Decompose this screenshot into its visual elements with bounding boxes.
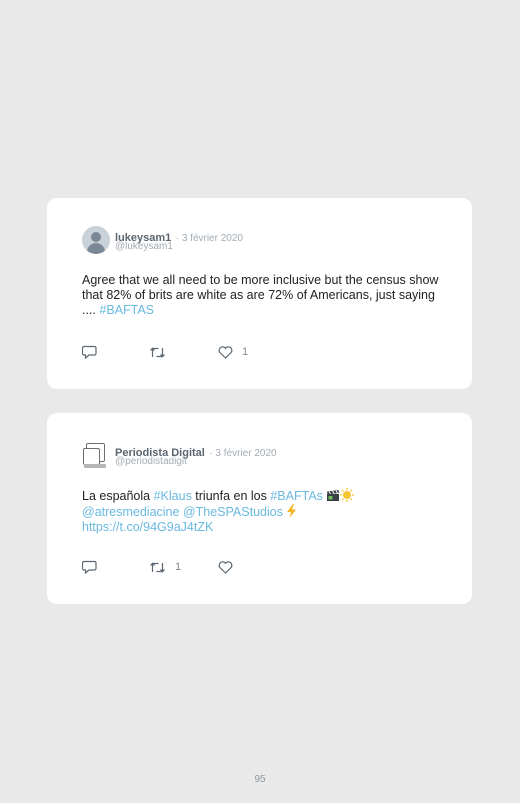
- url-link[interactable]: https://t.co/94G9aJ4tZK: [82, 520, 213, 534]
- like-icon: [218, 345, 233, 359]
- like-button[interactable]: [218, 559, 233, 575]
- tweet-card: lukeysam1 · 3 février 2020 @lukeysam1 Ag…: [47, 198, 472, 389]
- retweet-count: 1: [175, 561, 182, 573]
- tweet-actions: 1: [82, 559, 282, 575]
- retweet-button[interactable]: [149, 344, 166, 360]
- author-handle: @lukeysam1: [115, 241, 173, 252]
- like-button[interactable]: 1: [218, 344, 248, 360]
- hashtag-link[interactable]: #BAFTAs: [270, 489, 323, 503]
- hashtag-link[interactable]: #BAFTAS: [99, 303, 154, 317]
- clapper-icon: [327, 490, 340, 501]
- tweet-date[interactable]: · 3 février 2020: [209, 448, 276, 459]
- mention-link[interactable]: @TheSPAStudios: [183, 505, 283, 519]
- tweet-date[interactable]: · 3 février 2020: [176, 233, 243, 244]
- reply-icon: [82, 560, 97, 574]
- reply-icon: [82, 345, 97, 359]
- tweet-card: Periodista Digital · 3 février 2020 @per…: [47, 413, 472, 604]
- hashtag-link[interactable]: #Klaus: [154, 489, 192, 503]
- mention-link[interactable]: @atresmediacine: [82, 505, 179, 519]
- avatar[interactable]: [82, 226, 110, 254]
- retweet-icon: [150, 561, 165, 573]
- reply-button[interactable]: [82, 559, 97, 575]
- reply-button[interactable]: [82, 344, 97, 360]
- lightning-icon: [287, 504, 297, 518]
- like-icon: [218, 560, 233, 574]
- tweet-text-part: triunfa en los: [191, 489, 271, 503]
- avatar[interactable]: [82, 441, 110, 469]
- tweet-text: La española #Klaus triunfa en los #BAFTA…: [82, 488, 442, 535]
- tweet-text-part: La española: [82, 489, 154, 503]
- page-number: 95: [254, 774, 266, 785]
- tweet-text: Agree that we all need to be more inclus…: [82, 273, 442, 318]
- sun-icon: [340, 488, 355, 502]
- like-count: 1: [242, 346, 249, 358]
- retweet-icon: [150, 346, 165, 358]
- retweet-button[interactable]: 1: [149, 559, 181, 575]
- author-handle: @periodistadigit: [115, 456, 187, 467]
- tweet-actions: 1: [82, 344, 282, 360]
